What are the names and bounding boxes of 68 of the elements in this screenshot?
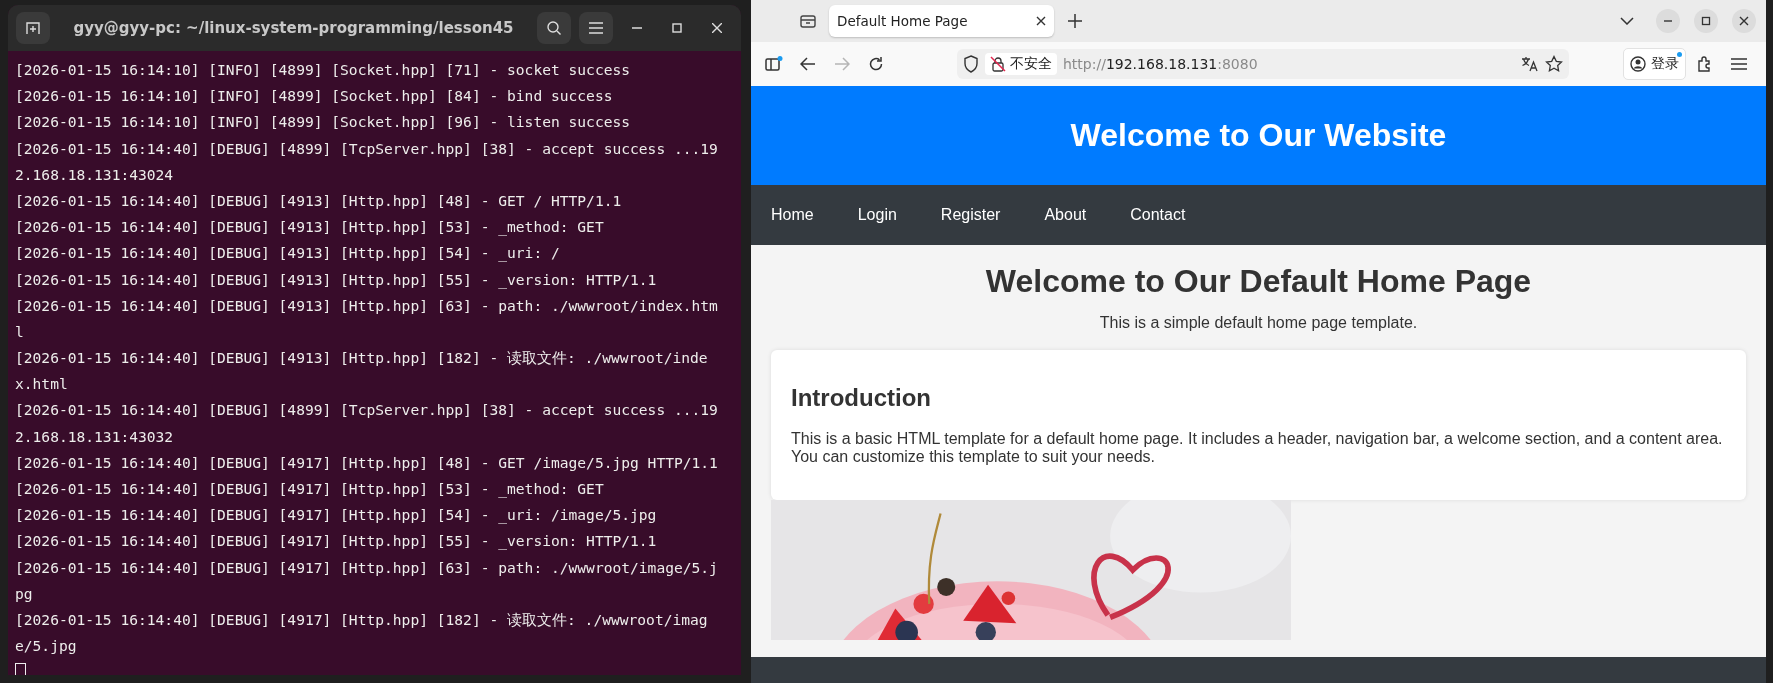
terminal-line: [2026-01-15 16:14:40] [DEBUG] [4899] [TcpServer.hpp] [38] - accept success ...19 — [15, 138, 718, 159]
nav-link[interactable]: Home — [771, 206, 814, 224]
lock-slash-icon — [990, 56, 1006, 72]
new-tab-icon — [25, 20, 41, 36]
nav-link[interactable]: Login — [857, 206, 897, 224]
terminal-line: x.html — [15, 374, 68, 395]
terminal-line: [2026-01-15 16:14:40] [DEBUG] [4913] [Http.hpp] [54] - _uri: / — [15, 243, 560, 264]
star-icon[interactable] — [1545, 55, 1563, 73]
terminal-line: [2026-01-15 16:14:40] [DEBUG] [4917] [Http.hpp] [54] - _uri: /image/5.jpg — [15, 505, 657, 526]
terminal-line: 2.168.18.131:43024 — [15, 164, 174, 185]
tray-icon — [799, 13, 817, 29]
nav-link[interactable]: About — [1044, 206, 1087, 224]
shield-icon — [963, 55, 979, 73]
terminal-line: l — [15, 321, 24, 342]
terminal-line: [2026-01-15 16:14:10] [INFO] [4899] [Socket.hpp] [96] - listen success — [15, 112, 631, 133]
terminal-line: [2026-01-15 16:14:40] [DEBUG] [4913] [Http.hpp] [182] - 读取文件: ./wwwroot/inde — [15, 348, 708, 369]
forward-icon — [834, 57, 850, 71]
maximize-icon — [1701, 16, 1711, 26]
terminal-line: [2026-01-15 16:14:40] [DEBUG] [4913] [Http.hpp] [63] - path: ./wwwroot/index.htm — [15, 295, 718, 316]
menu-button[interactable] — [579, 12, 613, 44]
plus-icon — [1068, 14, 1082, 28]
close-icon — [1739, 16, 1749, 26]
reload-icon — [868, 56, 884, 72]
close-tab-icon[interactable] — [1036, 16, 1046, 26]
nav-link[interactable]: Contact — [1130, 206, 1186, 224]
search-button[interactable] — [537, 12, 571, 44]
page-subtitle: This is a simple default home page template. — [1099, 314, 1418, 332]
menu-icon — [589, 22, 603, 34]
terminal-line: [2026-01-15 16:14:10] [INFO] [4899] [Socket.hpp] [84] - bind success — [15, 86, 613, 107]
terminal-line: [2026-01-15 16:14:40] [DEBUG] [4913] [Http.hpp] [53] - _method: GET — [15, 217, 604, 238]
menu-icon — [1731, 58, 1747, 70]
sidebar-icon — [765, 56, 783, 72]
terminal-line: [2026-01-15 16:14:40] [DEBUG] [4917] [Http.hpp] [53] - _method: GET — [15, 479, 604, 500]
terminal-line: [2026-01-15 16:14:10] [INFO] [4899] [Socket.hpp] [71] - socket success — [15, 60, 631, 80]
chevron-down-icon — [1620, 17, 1634, 25]
minimize-button[interactable] — [1656, 9, 1680, 33]
terminal-line: e/5.jpg — [15, 636, 77, 657]
maximize-button[interactable] — [1694, 9, 1718, 33]
account-icon — [1630, 56, 1646, 72]
close-icon — [712, 23, 722, 33]
back-icon — [800, 57, 816, 71]
terminal-line: [2026-01-15 16:14:40] [DEBUG] [4913] [Http.hpp] [48] - GET / HTTP/1.1 — [15, 190, 622, 211]
terminal-line: [2026-01-15 16:14:40] [DEBUG] [4917] [Http.hpp] [48] - GET /image/5.jpg HTTP/1.1 — [15, 452, 718, 473]
minimize-icon — [1664, 20, 1672, 22]
page-heading: Welcome to Our Default Home Page — [985, 263, 1532, 300]
security-indicator[interactable]: 不安全 — [985, 53, 1057, 75]
search-icon — [546, 20, 562, 36]
minimize-icon — [632, 27, 642, 29]
terminal-line: [2026-01-15 16:14:40] [DEBUG] [4917] [Http.hpp] [182] - 读取文件: ./wwwroot/imag — [15, 609, 708, 630]
new-tab-button[interactable] — [16, 12, 50, 44]
url-text: http://192.168.18.131:8080 — [1063, 56, 1259, 72]
terminal-line: [2026-01-15 16:14:40] [DEBUG] [4917] [Http.hpp] [55] - _version: HTTP/1.1 — [15, 531, 657, 552]
close-button[interactable] — [1732, 9, 1756, 33]
translate-icon[interactable] — [1521, 56, 1539, 72]
card-text: This is a basic HTML template for a default home page. It includes a header, navigation bar, a welcome section, and a content area. You can customize this template to suit your needs. — [791, 430, 1724, 466]
terminal-line: [2026-01-15 16:14:40] [DEBUG] [4917] [Http.hpp] [63] - path: ./wwwroot/image/5.j — [15, 557, 718, 578]
terminal-line: 2.168.18.131:43032 — [15, 426, 174, 447]
sign-in-button[interactable]: 登录 — [1623, 48, 1686, 80]
nav-link[interactable]: Register — [940, 206, 1001, 224]
site-title: Welcome to Our Website — [1070, 117, 1447, 154]
browser-tab[interactable]: Default Home Page — [829, 5, 1054, 37]
terminal-line: [2026-01-15 16:14:40] [DEBUG] [4913] [Http.hpp] [55] - _version: HTTP/1.1 — [15, 269, 657, 291]
terminal-line: pg — [15, 583, 33, 604]
maximize-icon — [672, 23, 682, 33]
window-title: gyy@gyy-pc: ~/linux-system-programming/lesson45 — [72, 19, 515, 37]
terminal-line: [2026-01-15 16:14:40] [DEBUG] [4899] [TcpServer.hpp] [38] - accept success ...19 — [15, 400, 718, 421]
card-title: Introduction — [791, 384, 932, 412]
address-bar[interactable]: 不安全 http://192.168.18.131:8080 — [957, 49, 1569, 79]
